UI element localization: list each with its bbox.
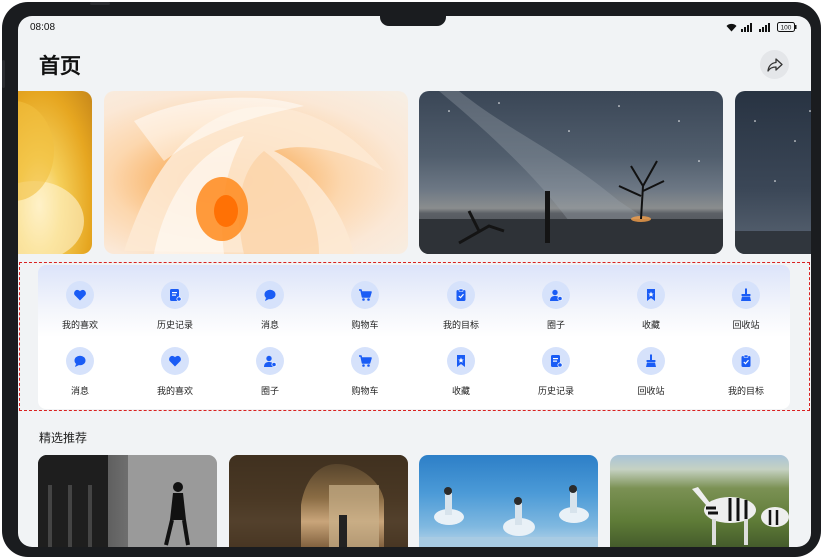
- ballet-art: [419, 485, 598, 547]
- grid-item-favorites[interactable]: 我的喜欢: [40, 281, 120, 337]
- grid-item-bookmarks[interactable]: 收藏: [611, 281, 691, 337]
- signal-icon: [741, 22, 752, 32]
- grid-label: 我的目标: [442, 321, 479, 331]
- banner-golden-abstract[interactable]: [18, 91, 92, 254]
- grid-item-favorites-2[interactable]: 我的喜欢: [135, 347, 215, 403]
- share-icon: [766, 57, 783, 72]
- grid-item-history[interactable]: 历史记录: [135, 281, 215, 337]
- recommend-card-arch[interactable]: [229, 455, 408, 547]
- recommend-card-ballet[interactable]: [419, 455, 598, 547]
- tablet-frame: 08:08 100 首页 我的喜欢 历史记录 消息 购物车 我的目标 圈子 收藏…: [2, 2, 821, 557]
- circle-icon: [256, 347, 284, 375]
- goal-icon: [447, 281, 475, 309]
- battery-level: 100: [781, 25, 792, 32]
- banner-orange-flower[interactable]: [104, 91, 408, 254]
- grid-label: 历史记录: [537, 387, 574, 397]
- grid-label: 收藏: [641, 321, 660, 331]
- recycle-icon: [732, 281, 760, 309]
- grid-label: 购物车: [351, 387, 379, 397]
- goal-icon: [732, 347, 760, 375]
- screen: 08:08 100 首页 我的喜欢 历史记录 消息 购物车 我的目标 圈子 收藏…: [18, 16, 811, 547]
- grid-label: 消息: [260, 321, 279, 331]
- grid-item-cart-2[interactable]: 购物车: [325, 347, 405, 403]
- circle-icon: [542, 281, 570, 309]
- cart-icon: [351, 347, 379, 375]
- page-title: 首页: [39, 54, 81, 78]
- signal-icon-2: [759, 22, 770, 32]
- street-photo-art: [38, 455, 217, 547]
- grid-label: 圈子: [546, 321, 565, 331]
- stone-arch-art: [229, 455, 408, 547]
- battery-icon: 100: [777, 22, 797, 32]
- flower-art: [124, 97, 384, 254]
- grid-item-circle-2[interactable]: 圈子: [230, 347, 310, 403]
- section-title-recommend: 精选推荐: [39, 431, 88, 445]
- status-bar: 08:08 100: [18, 16, 811, 40]
- grid-item-messages[interactable]: 消息: [230, 281, 310, 337]
- share-button[interactable]: [760, 50, 789, 79]
- grid-item-history-2[interactable]: 历史记录: [516, 347, 596, 403]
- grid-item-cart[interactable]: 购物车: [325, 281, 405, 337]
- power-key: [90, 2, 110, 5]
- grid-item-bookmarks-2[interactable]: 收藏: [421, 347, 501, 403]
- bookmark-icon: [637, 281, 665, 309]
- grid-label: 我的喜欢: [61, 321, 98, 331]
- night-sky-art: [735, 110, 811, 254]
- status-time: 08:08: [30, 22, 56, 33]
- grid-item-circle[interactable]: 圈子: [516, 281, 596, 337]
- grid-label: 圈子: [260, 387, 279, 397]
- grid-item-goals[interactable]: 我的目标: [421, 281, 501, 337]
- grid-label: 收藏: [451, 387, 470, 397]
- wifi-icon: [726, 23, 737, 31]
- grid-item-messages-2[interactable]: 消息: [40, 347, 120, 403]
- history-icon: [161, 281, 189, 309]
- grid-label: 回收站: [637, 387, 665, 397]
- bookmark-icon: [447, 347, 475, 375]
- grid-label: 历史记录: [156, 321, 193, 331]
- grid-item-recycle-bin-2[interactable]: 回收站: [611, 347, 691, 403]
- message-icon: [66, 347, 94, 375]
- milky-way-art: [419, 91, 723, 254]
- grid-label: 我的喜欢: [156, 387, 193, 397]
- heart-icon: [161, 347, 189, 375]
- recommend-card-zebras[interactable]: [610, 455, 789, 547]
- banner-night-sky[interactable]: [735, 91, 811, 254]
- recommend-card-street[interactable]: [38, 455, 217, 547]
- grid-label: 购物车: [351, 321, 379, 331]
- grid-label: 回收站: [732, 321, 760, 331]
- grid-item-goals-2[interactable]: 我的目标: [706, 347, 786, 403]
- grid-item-recycle-bin[interactable]: 回收站: [706, 281, 786, 337]
- grid-label: 消息: [70, 387, 89, 397]
- zebras-art: [692, 487, 789, 545]
- cart-icon: [351, 281, 379, 309]
- banner-art: [18, 101, 84, 254]
- message-icon: [256, 281, 284, 309]
- grid-label: 我的目标: [727, 387, 764, 397]
- recycle-icon: [637, 347, 665, 375]
- banner-milky-way-lake[interactable]: [419, 91, 723, 254]
- volume-key: [2, 60, 5, 88]
- history-icon: [542, 347, 570, 375]
- status-icons: 100: [726, 22, 797, 32]
- heart-icon: [66, 281, 94, 309]
